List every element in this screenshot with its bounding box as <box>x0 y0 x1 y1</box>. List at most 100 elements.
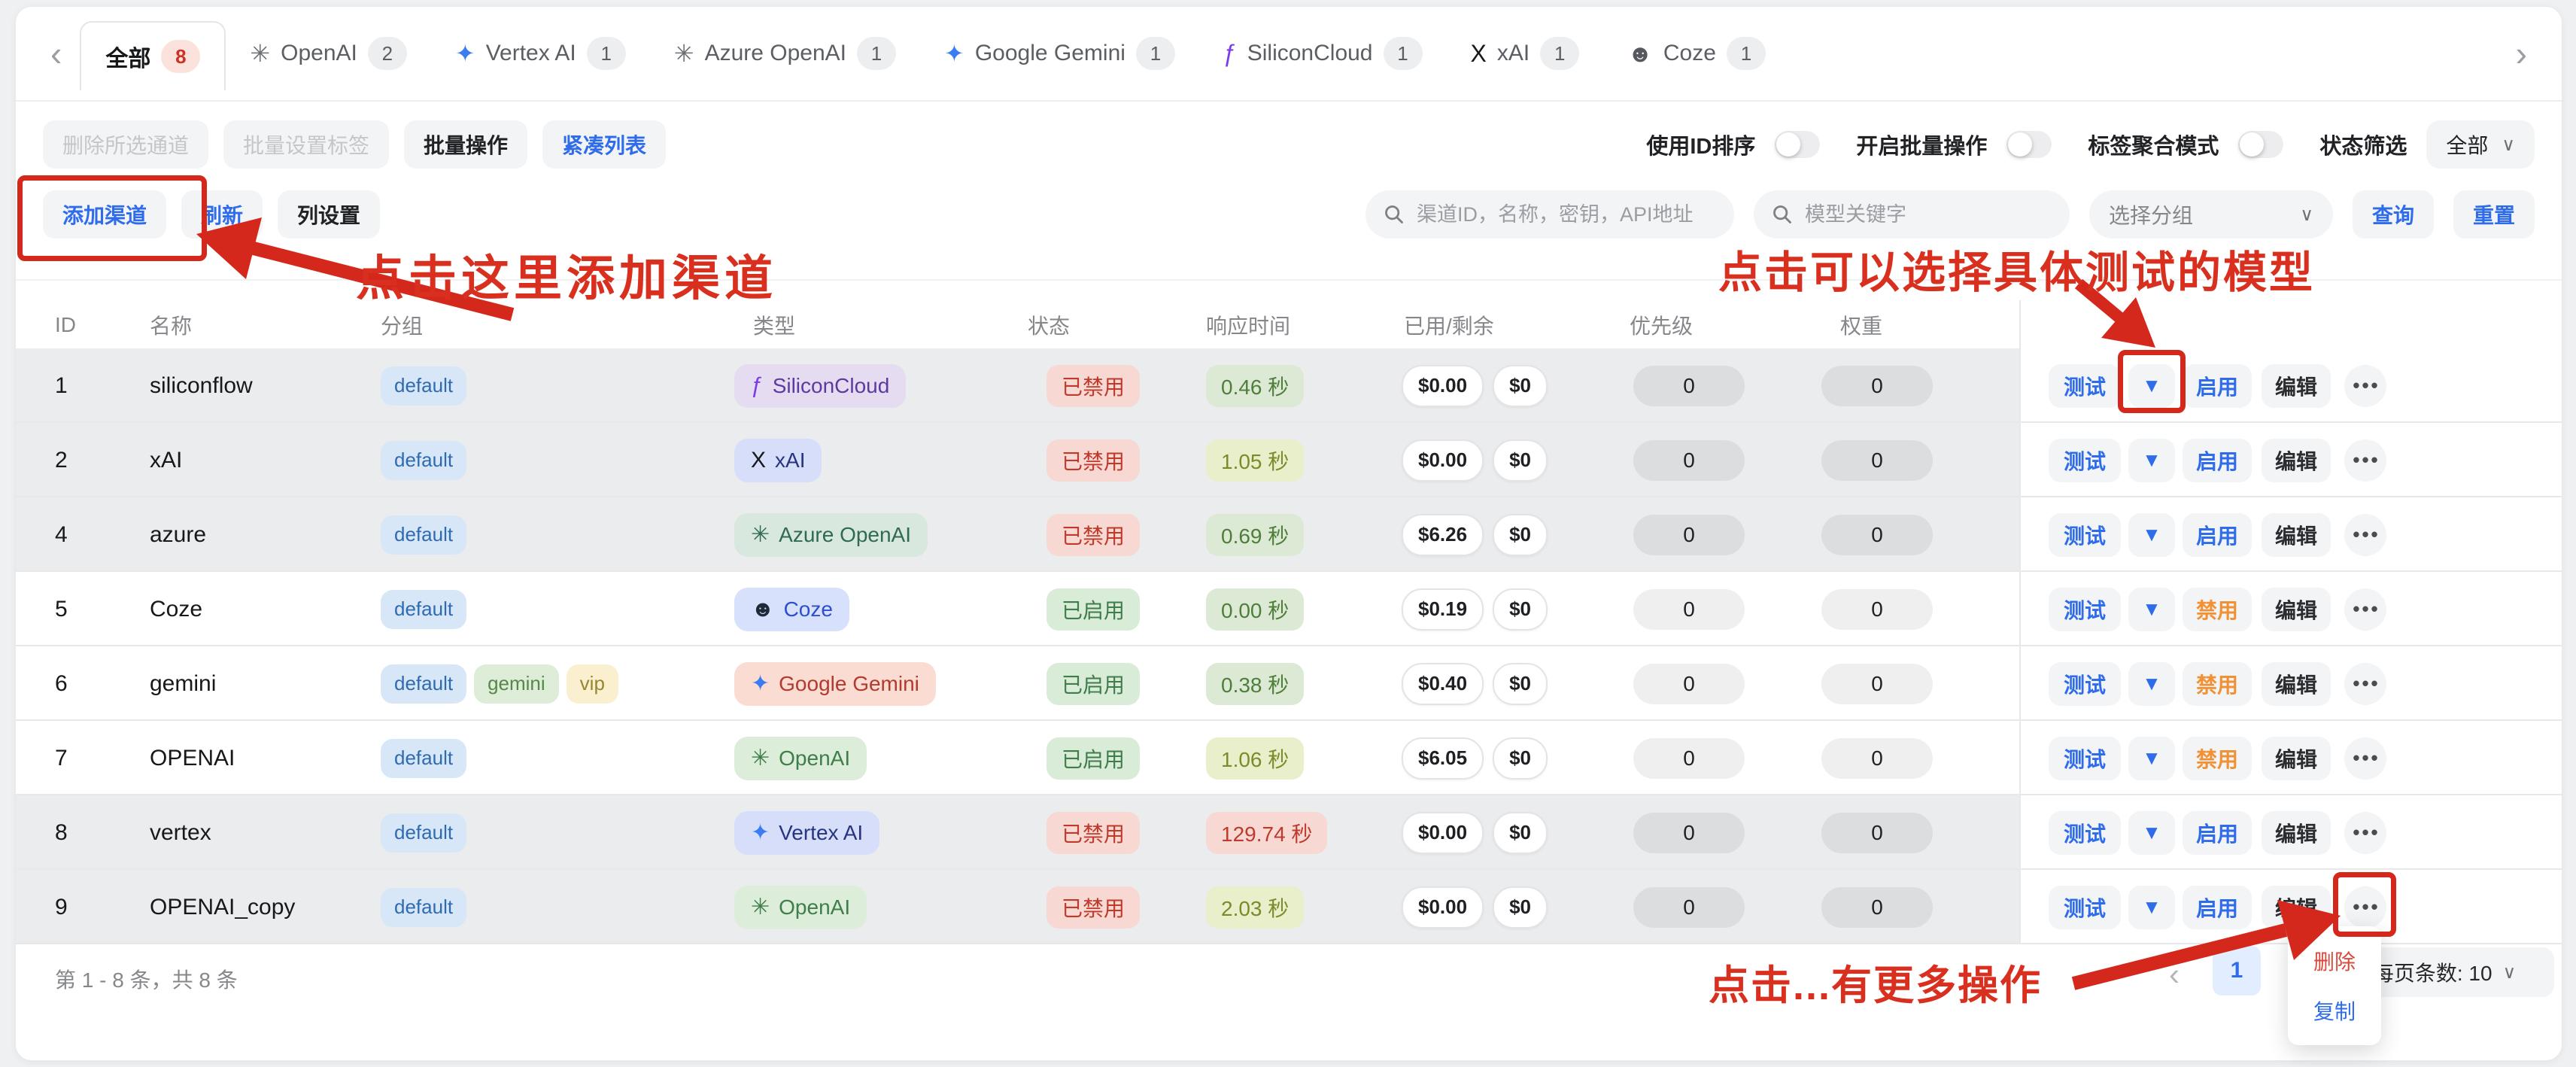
caret-down-icon: ▼ <box>2142 746 2161 770</box>
toggle-channel-button[interactable]: 启用 <box>2183 364 2252 408</box>
more-actions-button[interactable]: ••• <box>2344 514 2386 556</box>
priority-value[interactable]: 0 <box>1633 515 1745 555</box>
more-actions-button[interactable]: ••• <box>2344 663 2386 705</box>
tab-label: SiliconCloud <box>1247 41 1373 66</box>
tab-azure-openai[interactable]: ✳Azure OpenAI1 <box>650 7 920 100</box>
status-filter-select[interactable]: 全部 ∨ <box>2426 120 2535 169</box>
weight-value[interactable]: 0 <box>1821 813 1933 853</box>
priority-value[interactable]: 0 <box>1633 813 1745 853</box>
test-model-caret-button[interactable]: ▼ <box>2128 662 2175 706</box>
test-button[interactable]: 测试 <box>2049 364 2121 408</box>
test-button[interactable]: 测试 <box>2049 811 2121 855</box>
row-name: azure <box>150 522 206 548</box>
more-actions-button[interactable]: ••• <box>2344 588 2386 631</box>
model-keyword-input[interactable] <box>1803 202 2052 227</box>
toggle-channel-button[interactable]: 启用 <box>2183 886 2252 929</box>
test-model-caret-button[interactable]: ▼ <box>2128 886 2175 929</box>
row-status-badge: 已禁用 <box>1046 812 1140 854</box>
test-model-caret-button[interactable]: ▼ <box>2128 588 2175 631</box>
tab-siliconcloud[interactable]: ƒSiliconCloud1 <box>1199 7 1447 100</box>
weight-value[interactable]: 0 <box>1821 738 1933 779</box>
test-model-caret-button[interactable]: ▼ <box>2128 811 2175 855</box>
tab-count-badge: 1 <box>857 37 896 70</box>
test-button[interactable]: 测试 <box>2049 588 2121 631</box>
group-select[interactable]: 选择分组 ∨ <box>2089 190 2333 239</box>
priority-value[interactable]: 0 <box>1633 440 1745 481</box>
priority-value[interactable]: 0 <box>1633 887 1745 928</box>
test-button[interactable]: 测试 <box>2049 737 2121 780</box>
row-status-badge: 已禁用 <box>1046 886 1140 929</box>
tab-coze[interactable]: ☻Coze1 <box>1603 7 1790 100</box>
test-model-caret-button[interactable]: ▼ <box>2128 513 2175 557</box>
priority-value[interactable]: 0 <box>1633 664 1745 704</box>
more-actions-button[interactable]: ••• <box>2344 365 2386 407</box>
toggle-channel-button[interactable]: 禁用 <box>2183 737 2252 780</box>
weight-value[interactable]: 0 <box>1821 887 1933 928</box>
batch-set-tags-button[interactable]: 批量设置标签 <box>223 120 389 169</box>
channel-search-input[interactable] <box>1415 202 1716 227</box>
batch-ops-button[interactable]: 批量操作 <box>404 120 527 169</box>
priority-value[interactable]: 0 <box>1633 366 1745 406</box>
edit-button[interactable]: 编辑 <box>2262 811 2331 855</box>
tabs-scroll-left-icon[interactable]: ‹ <box>43 36 69 71</box>
row-type-badge: ✦Vertex AI <box>734 811 879 855</box>
edit-button[interactable]: 编辑 <box>2262 588 2331 631</box>
context-copy-item[interactable]: 复制 <box>2313 996 2356 1026</box>
row-quota: $0.19$0 <box>1402 588 1548 631</box>
group-tag: default <box>381 664 466 704</box>
reset-button[interactable]: 重置 <box>2453 190 2535 239</box>
tab-全部[interactable]: 全部8 <box>80 21 226 90</box>
delete-selected-button[interactable]: 删除所选通道 <box>43 120 208 169</box>
edit-button[interactable]: 编辑 <box>2262 662 2331 706</box>
tab-google-gemini[interactable]: ✦Google Gemini1 <box>920 7 1199 100</box>
toggle-channel-button[interactable]: 禁用 <box>2183 662 2252 706</box>
tab-vertex-ai[interactable]: ✦Vertex AI1 <box>431 7 650 100</box>
tab-openai[interactable]: ✳OpenAI2 <box>226 7 431 100</box>
enable-batch-toggle[interactable] <box>2006 131 2052 158</box>
test-button[interactable]: 测试 <box>2049 886 2121 929</box>
pagination-page-1[interactable]: 1 <box>2213 946 2261 996</box>
tab-xai[interactable]: XxAI1 <box>1447 7 1604 100</box>
sort-by-id-toggle[interactable] <box>1775 131 1820 158</box>
tabs-scroll-right-icon[interactable]: › <box>2508 36 2535 71</box>
edit-button[interactable]: 编辑 <box>2262 737 2331 780</box>
toggle-channel-button[interactable]: 启用 <box>2183 439 2252 482</box>
column-settings-button[interactable]: 列设置 <box>278 190 380 239</box>
edit-button[interactable]: 编辑 <box>2262 439 2331 482</box>
actions-column-divider <box>2019 300 2021 944</box>
priority-value[interactable]: 0 <box>1633 738 1745 779</box>
toggle-channel-button[interactable]: 启用 <box>2183 811 2252 855</box>
table-row: 7OPENAIdefault✳OpenAI已启用1.06 秒$6.05$000测… <box>16 721 2562 795</box>
compact-list-button[interactable]: 紧凑列表 <box>542 120 666 169</box>
edit-button[interactable]: 编辑 <box>2262 886 2331 929</box>
row-group-tags: default <box>381 813 466 853</box>
more-actions-button[interactable]: ••• <box>2344 439 2386 482</box>
more-actions-button[interactable]: ••• <box>2344 812 2386 854</box>
edit-button[interactable]: 编辑 <box>2262 513 2331 557</box>
test-button[interactable]: 测试 <box>2049 439 2121 482</box>
weight-value[interactable]: 0 <box>1821 440 1933 481</box>
query-button[interactable]: 查询 <box>2353 190 2434 239</box>
test-button[interactable]: 测试 <box>2049 662 2121 706</box>
tag-aggregate-toggle[interactable] <box>2238 131 2283 158</box>
caret-down-icon: ▼ <box>2142 821 2161 844</box>
gemini-icon: ✦ <box>944 39 964 68</box>
context-delete-item[interactable]: 删除 <box>2313 946 2356 976</box>
weight-value[interactable]: 0 <box>1821 366 1933 406</box>
toggle-channel-button[interactable]: 启用 <box>2183 513 2252 557</box>
weight-value[interactable]: 0 <box>1821 664 1933 704</box>
weight-value[interactable]: 0 <box>1821 589 1933 630</box>
test-model-caret-button[interactable]: ▼ <box>2128 737 2175 780</box>
row-response-time: 0.69 秒 <box>1206 514 1304 556</box>
vertex-icon: ✦ <box>455 39 475 68</box>
toggle-channel-button[interactable]: 禁用 <box>2183 588 2252 631</box>
edit-button[interactable]: 编辑 <box>2262 364 2331 408</box>
test-model-caret-button[interactable]: ▼ <box>2128 439 2175 482</box>
pagination-prev-icon[interactable]: ‹ <box>2169 956 2180 993</box>
priority-value[interactable]: 0 <box>1633 589 1745 630</box>
row-response-time: 2.03 秒 <box>1206 886 1304 929</box>
test-button[interactable]: 测试 <box>2049 513 2121 557</box>
weight-value[interactable]: 0 <box>1821 515 1933 555</box>
more-actions-button[interactable]: ••• <box>2344 737 2386 780</box>
xai-icon: X <box>751 448 766 473</box>
